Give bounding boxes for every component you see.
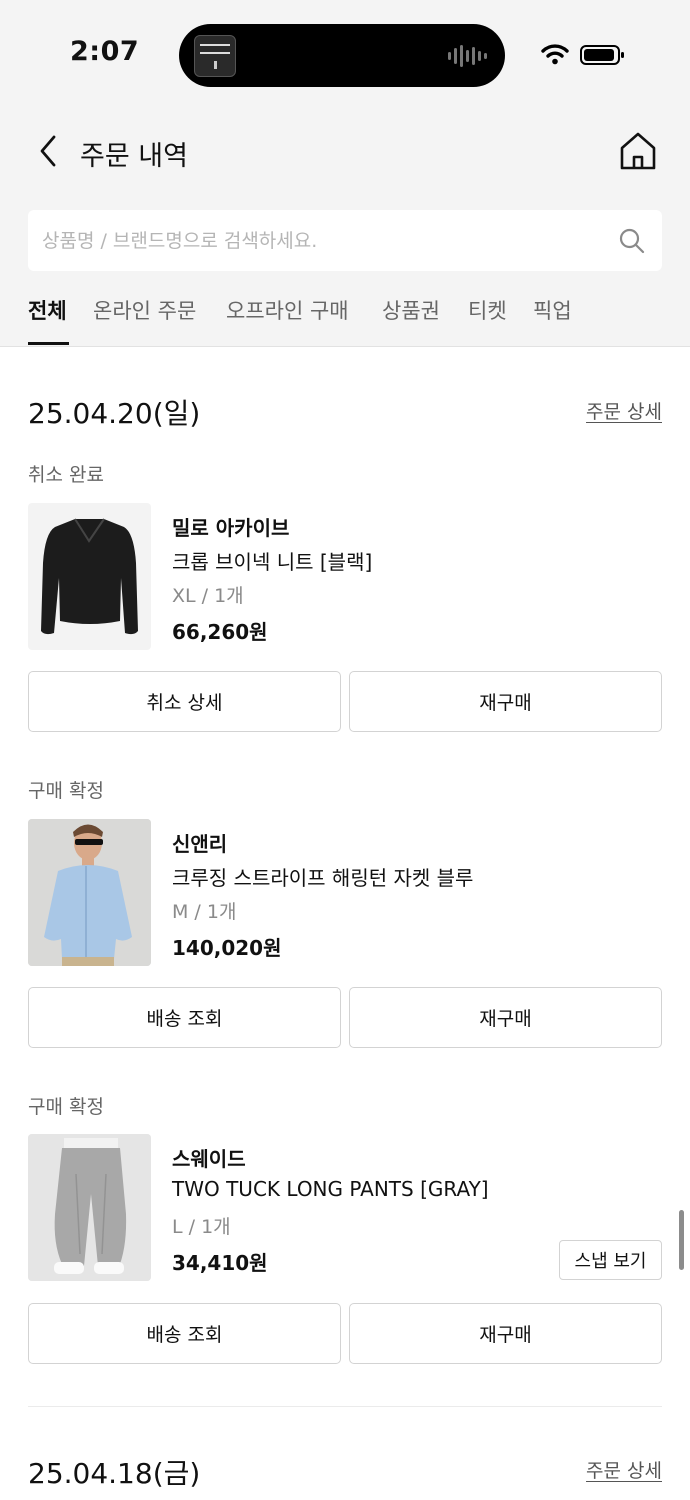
product-option: M / 1개 [172, 901, 237, 923]
product-price: 140,020원 [172, 936, 282, 960]
tab-offline-purchase[interactable]: 오프라인 구매 [226, 295, 349, 325]
now-playing-artwork [194, 35, 236, 77]
product-option: XL / 1개 [172, 585, 244, 607]
product-name[interactable]: 크루징 스트라이프 해링턴 자켓 블루 [172, 862, 473, 891]
tab-pickup[interactable]: 픽업 [533, 295, 572, 325]
status-time: 2:07 [70, 36, 140, 67]
product-option: L / 1개 [172, 1216, 231, 1238]
order-status: 구매 확정 [28, 780, 104, 802]
order-detail-link[interactable]: 주문 상세 [586, 397, 662, 424]
product-price: 34,410원 [172, 1251, 268, 1275]
model-blue-jacket-image [28, 819, 151, 966]
repurchase-button[interactable]: 재구매 [349, 987, 662, 1048]
product-name[interactable]: 크롭 브이넥 니트 [블랙] [172, 546, 372, 575]
tab-all[interactable]: 전체 [28, 295, 67, 325]
wifi-icon [541, 44, 569, 65]
tab-online-order[interactable]: 온라인 주문 [93, 295, 196, 325]
product-brand: 신앤리 [172, 832, 228, 856]
search-box [28, 210, 662, 271]
home-icon[interactable] [618, 130, 658, 172]
order-status: 취소 완료 [28, 464, 104, 486]
dynamic-island[interactable] [179, 24, 505, 87]
scrollbar[interactable] [679, 1210, 684, 1270]
tab-gift-card[interactable]: 상품권 [382, 295, 440, 325]
track-delivery-button[interactable]: 배송 조회 [28, 987, 341, 1048]
audio-wave-icon [448, 44, 487, 68]
search-input[interactable] [28, 210, 608, 271]
page-title: 주문 내역 [80, 141, 188, 172]
track-delivery-button[interactable]: 배송 조회 [28, 1303, 341, 1364]
product-name[interactable]: TWO TUCK LONG PANTS [GRAY] [172, 1177, 489, 1201]
view-snap-button[interactable]: 스냅 보기 [559, 1240, 662, 1280]
product-brand: 밀로 아카이브 [172, 516, 290, 540]
order-date: 25.04.20(일) [28, 397, 201, 430]
cancel-detail-button[interactable]: 취소 상세 [28, 671, 341, 732]
search-icon[interactable] [618, 227, 646, 255]
gray-wide-pants-image [28, 1134, 151, 1281]
black-knit-sweater-image [41, 518, 138, 635]
product-image-gray-pants[interactable] [28, 1134, 151, 1281]
order-date: 25.04.18(금) [28, 1457, 201, 1490]
repurchase-button[interactable]: 재구매 [349, 671, 662, 732]
product-price: 66,260원 [172, 620, 268, 644]
order-detail-link[interactable]: 주문 상세 [586, 1456, 662, 1483]
product-image-black-knit[interactable] [28, 503, 151, 650]
active-tab-indicator [28, 342, 69, 345]
tab-ticket[interactable]: 티켓 [468, 295, 507, 325]
product-brand: 스웨이드 [172, 1147, 246, 1171]
battery-icon [580, 45, 624, 65]
order-status: 구매 확정 [28, 1096, 104, 1118]
tab-divider [0, 346, 690, 347]
order-divider [28, 1406, 662, 1407]
product-image-blue-jacket[interactable] [28, 819, 151, 966]
back-arrow-icon[interactable] [36, 134, 62, 168]
repurchase-button[interactable]: 재구매 [349, 1303, 662, 1364]
